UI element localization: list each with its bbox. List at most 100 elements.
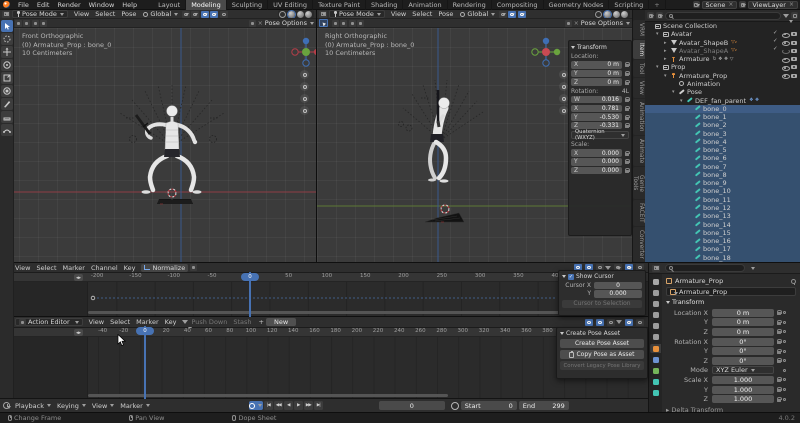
outliner-row[interactable]: ▾ Armature_Prop [645,72,800,80]
display-mode-icon[interactable] [647,12,654,19]
outliner-row[interactable]: bone_9 [645,179,800,187]
lock-icon[interactable] [624,62,629,67]
xray-icon[interactable] [220,11,228,18]
editor-type-icon[interactable] [2,11,10,18]
eye-icon[interactable] [782,40,788,45]
lock-icon[interactable] [776,397,781,402]
object-browse-icon[interactable] [670,289,676,295]
stash-button[interactable]: Stash [230,318,254,326]
graph-canvas[interactable] [0,282,648,316]
object-name-field[interactable]: Armature_Prop [666,287,796,296]
dope-hscrollbar[interactable] [88,394,448,397]
gizmos-icon[interactable] [508,11,516,18]
outliner-row[interactable]: ▾ DEF_fan_parent ❖ ❖ [645,96,800,104]
scale-field[interactable]: X 0.000 [571,149,622,157]
pan-hand-icon[interactable] [300,82,309,91]
outliner-row[interactable]: bone_7 [645,163,800,171]
outliner-row[interactable]: Animation [645,80,800,88]
checkbox-icon[interactable] [773,40,779,45]
snapping-icon[interactable] [499,11,507,18]
scale-field[interactable]: Z 0.000 [571,167,622,175]
shading-wireframe-icon[interactable] [595,11,602,18]
normalize-toggle[interactable]: Normalize [141,264,188,272]
outliner-row[interactable]: bone_3 [645,129,800,137]
convert-legacy-pose-library-button[interactable]: Convert Legacy Pose Library [560,361,644,370]
snapping-icon[interactable] [182,11,190,18]
animate-dot-icon[interactable] [783,388,786,391]
lock-icon[interactable] [776,329,781,334]
timeline-menu[interactable]: Marker [117,402,152,410]
outliner-options-icon[interactable] [791,12,798,19]
sidebar-tab[interactable]: Item [633,40,645,59]
breadcrumb-object[interactable]: Armature_Prop [675,277,723,285]
move-tool[interactable] [1,46,13,58]
sidebar-tab[interactable]: Animate [633,136,645,166]
animate-dot-icon[interactable] [783,398,786,401]
clear-icon[interactable]: × [258,20,263,27]
new-action-plus-icon[interactable]: + [259,318,264,326]
animate-dot-icon[interactable] [783,378,786,381]
workspace-tab[interactable]: Geometry Nodes [544,0,610,10]
transform-section-header[interactable]: Transform [571,44,629,51]
outliner-row[interactable]: bone_8 [645,171,800,179]
graph-menu[interactable]: Channel [88,264,121,272]
properties-tab[interactable] [650,299,661,308]
outliner-row[interactable]: bone_6 [645,154,800,162]
workspace-tab[interactable]: UV Editing [268,0,313,10]
lock-icon[interactable] [776,377,781,382]
annotate-tool[interactable] [1,98,13,110]
transform-orientation-select[interactable]: Global [141,10,180,18]
outliner-row[interactable]: bone_17 [645,245,800,253]
pose-asset-header[interactable]: Create Pose Asset [560,330,644,337]
eye-icon[interactable] [782,48,788,53]
zoom-icon[interactable] [300,70,309,79]
shading-material-icon[interactable] [613,11,620,18]
workspace-tab[interactable]: Modeling [186,0,227,10]
cursor-y-field[interactable]: 0.000 [594,290,642,298]
properties-options-icon[interactable] [748,264,755,272]
outliner-row[interactable]: bone_12 [645,204,800,212]
properties-tab[interactable] [650,389,661,398]
show-cursor-checkbox[interactable]: ✓ [568,274,574,280]
transform-tool[interactable] [1,85,13,97]
close-icon[interactable]: × [728,1,733,8]
lock-icon[interactable] [624,97,629,102]
transform-orientation-select[interactable]: Global [458,10,497,18]
sidebar-tab[interactable]: Genie Tools [633,167,645,199]
eye-icon[interactable] [782,65,788,70]
auto-normalize-icon[interactable] [190,264,197,271]
transform-row-field[interactable]: 0° [712,338,774,346]
show-hidden-icon[interactable] [596,319,604,326]
overlays-icon[interactable] [210,11,218,18]
animate-dot-icon[interactable] [783,330,786,333]
outliner-row[interactable]: bone_13 [645,212,800,220]
location-field[interactable]: X 0 m [571,61,622,69]
properties-search[interactable] [665,264,745,272]
tool-option-icon[interactable] [357,20,364,27]
lock-icon[interactable] [624,151,629,156]
transform-row-field[interactable]: 0° [712,357,774,365]
object-filter-icon[interactable] [656,12,663,19]
filter-icon[interactable] [605,266,611,270]
workspace-tab[interactable]: Rendering [448,0,492,10]
scale-row-field[interactable]: 1.000 [712,395,774,403]
checkbox-icon[interactable] [773,32,779,37]
properties-tab[interactable] [650,322,661,331]
pose-options-dropdown[interactable]: Pose Options [265,19,314,27]
toggle-ortho-icon[interactable] [300,106,309,115]
transform-row-field[interactable]: 0 m [712,318,774,326]
shading-solid-icon[interactable] [288,11,295,18]
properties-tab[interactable] [650,333,661,342]
playback-button[interactable]: ◀◀ [274,401,283,410]
camera-icon[interactable] [791,73,797,78]
dope-current-frame[interactable]: 0 [136,327,154,335]
lock-icon[interactable] [776,349,781,354]
dope-menu[interactable]: View [86,318,107,326]
menu-item[interactable]: Edit [33,1,54,9]
action-editor-mode-select[interactable]: Action Editor [15,318,83,326]
lock-icon[interactable] [776,310,781,315]
shading-rendered-icon[interactable] [621,11,628,18]
rotation-lock-badge[interactable]: 4L [622,88,629,95]
current-frame-field[interactable]: 0 [379,401,445,410]
workspace-tab[interactable]: Animation [403,0,447,10]
